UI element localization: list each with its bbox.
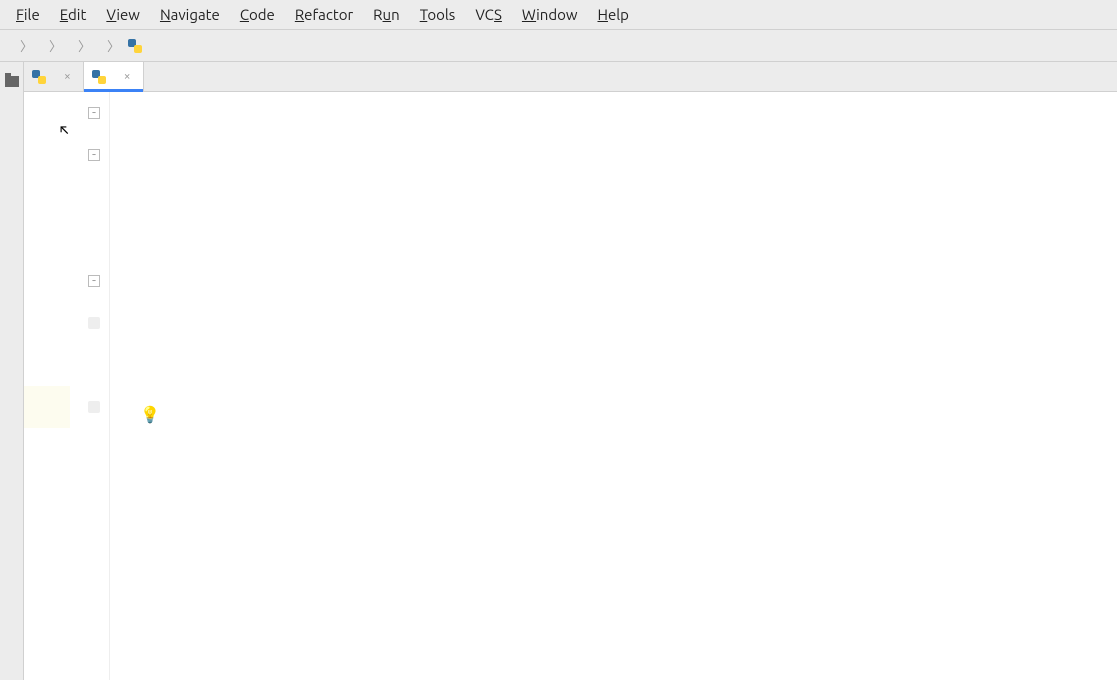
icon-gutter: 💡 <box>110 92 150 680</box>
menu-navigate[interactable]: Navigate <box>150 4 230 25</box>
menu-view[interactable]: View <box>96 4 150 25</box>
code-body[interactable]: ↖ <box>150 92 1117 680</box>
editor-tab-serializer[interactable]: × <box>84 62 144 91</box>
chevron-right-icon: 〉 <box>18 36 35 55</box>
line-number <box>24 302 70 344</box>
code-line <box>150 512 1117 554</box>
python-file-icon <box>128 39 142 53</box>
breadcrumb-file[interactable] <box>126 37 148 54</box>
line-number <box>24 260 70 302</box>
fold-toggle-icon[interactable] <box>88 275 100 287</box>
main-area: × × <box>0 62 1117 680</box>
editor-column: × × <box>24 62 1117 680</box>
code-line <box>150 596 1117 638</box>
line-number <box>24 218 70 260</box>
python-file-icon <box>92 70 106 84</box>
code-line <box>150 428 1117 470</box>
menu-code[interactable]: Code <box>230 4 285 25</box>
menu-help[interactable]: Help <box>588 4 639 25</box>
code-line <box>150 176 1117 218</box>
line-number <box>24 176 70 218</box>
close-icon[interactable]: × <box>62 70 73 83</box>
folder-icon <box>5 76 19 87</box>
breadcrumb-bar: 〉 〉 〉 〉 <box>0 30 1117 62</box>
python-file-icon <box>32 70 46 84</box>
chevron-right-icon: 〉 <box>47 36 64 55</box>
menu-run[interactable]: Run <box>363 4 410 25</box>
chevron-right-icon: 〉 <box>76 36 93 55</box>
editor-tab-strip: × × <box>24 62 1117 92</box>
menu-vcs[interactable]: VCS <box>465 4 512 25</box>
fold-toggle-icon[interactable] <box>88 149 100 161</box>
menu-file[interactable]: File <box>6 4 50 25</box>
menu-edit[interactable]: Edit <box>50 4 97 25</box>
mouse-cursor-icon: ↖ <box>60 110 68 152</box>
editor-tab-views[interactable]: × <box>24 62 84 91</box>
fold-gutter <box>84 92 110 680</box>
menu-tools[interactable]: Tools <box>410 4 466 25</box>
line-number <box>24 386 70 428</box>
menu-window[interactable]: Window <box>512 4 588 25</box>
menu-bar: File Edit View Navigate Code Refactor Ru… <box>0 0 1117 30</box>
code-line <box>150 344 1117 386</box>
close-icon[interactable]: × <box>122 70 133 83</box>
code-editor[interactable]: 💡 ↖ <box>24 92 1117 680</box>
fold-toggle-icon[interactable] <box>88 317 100 329</box>
fold-toggle-icon[interactable] <box>88 107 100 119</box>
fold-toggle-icon[interactable] <box>88 401 100 413</box>
line-number-gutter <box>24 92 84 680</box>
code-line <box>150 260 1117 302</box>
line-number <box>24 344 70 386</box>
chevron-right-icon: 〉 <box>105 36 122 55</box>
menu-refactor[interactable]: Refactor <box>285 4 363 25</box>
tool-stripe-left <box>0 62 24 680</box>
